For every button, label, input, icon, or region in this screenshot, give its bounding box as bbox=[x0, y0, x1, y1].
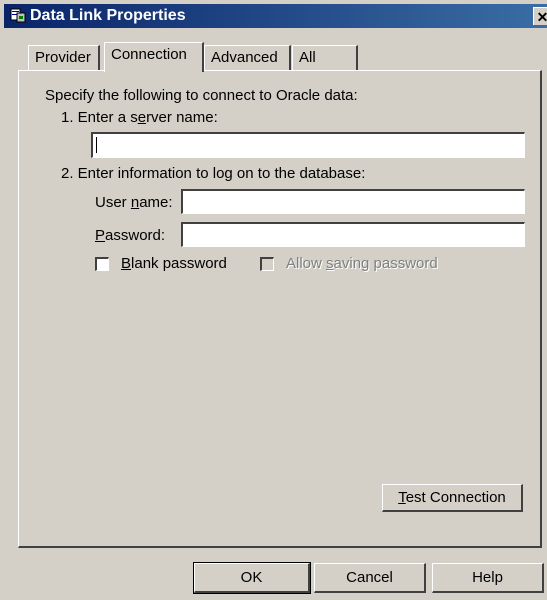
tab-all[interactable]: All bbox=[292, 45, 358, 71]
tab-provider[interactable]: Provider bbox=[28, 45, 100, 71]
allow-saving-password-checkbox[interactable] bbox=[260, 257, 274, 271]
cancel-button[interactable]: Cancel bbox=[314, 563, 426, 593]
server-name-label: 1. Enter a server name: bbox=[61, 109, 218, 126]
blank-password-checkbox[interactable] bbox=[95, 257, 109, 271]
help-label: Help bbox=[472, 569, 503, 586]
tab-connection-label: Connection bbox=[111, 46, 187, 63]
connection-panel: Specify the following to connect to Orac… bbox=[18, 70, 542, 548]
tab-connection[interactable]: Connection bbox=[104, 42, 204, 72]
test-connection-label: Test Connection bbox=[398, 489, 506, 506]
tab-all-label: All bbox=[299, 49, 316, 66]
tab-provider-label: Provider bbox=[35, 49, 91, 66]
window-title: Data Link Properties bbox=[30, 7, 186, 24]
server-name-input[interactable] bbox=[91, 132, 525, 158]
ok-button[interactable]: OK bbox=[193, 562, 311, 594]
title-bar[interactable]: Data Link Properties ✕ bbox=[4, 4, 547, 28]
cancel-label: Cancel bbox=[346, 569, 393, 586]
blank-password-label[interactable]: Blank password bbox=[121, 255, 227, 272]
dialog-window: Data Link Properties ✕ Provider Connecti… bbox=[0, 0, 547, 600]
tab-advanced[interactable]: Advanced bbox=[204, 45, 291, 71]
user-name-label: User name: bbox=[95, 194, 173, 211]
data-link-icon bbox=[10, 7, 26, 23]
help-button[interactable]: Help bbox=[432, 563, 544, 593]
intro-text: Specify the following to connect to Orac… bbox=[45, 87, 358, 104]
logon-info-label: 2. Enter information to log on to the da… bbox=[61, 165, 366, 182]
test-connection-button[interactable]: Test Connection bbox=[382, 484, 523, 512]
close-icon[interactable]: ✕ bbox=[533, 7, 547, 25]
allow-saving-password-label: Allow saving password bbox=[286, 255, 438, 272]
password-label: Password: bbox=[95, 227, 166, 244]
user-name-input[interactable] bbox=[181, 189, 525, 214]
password-input[interactable] bbox=[181, 222, 525, 247]
ok-label: OK bbox=[240, 569, 263, 586]
tab-advanced-label: Advanced bbox=[211, 49, 278, 66]
text-caret bbox=[96, 137, 97, 153]
